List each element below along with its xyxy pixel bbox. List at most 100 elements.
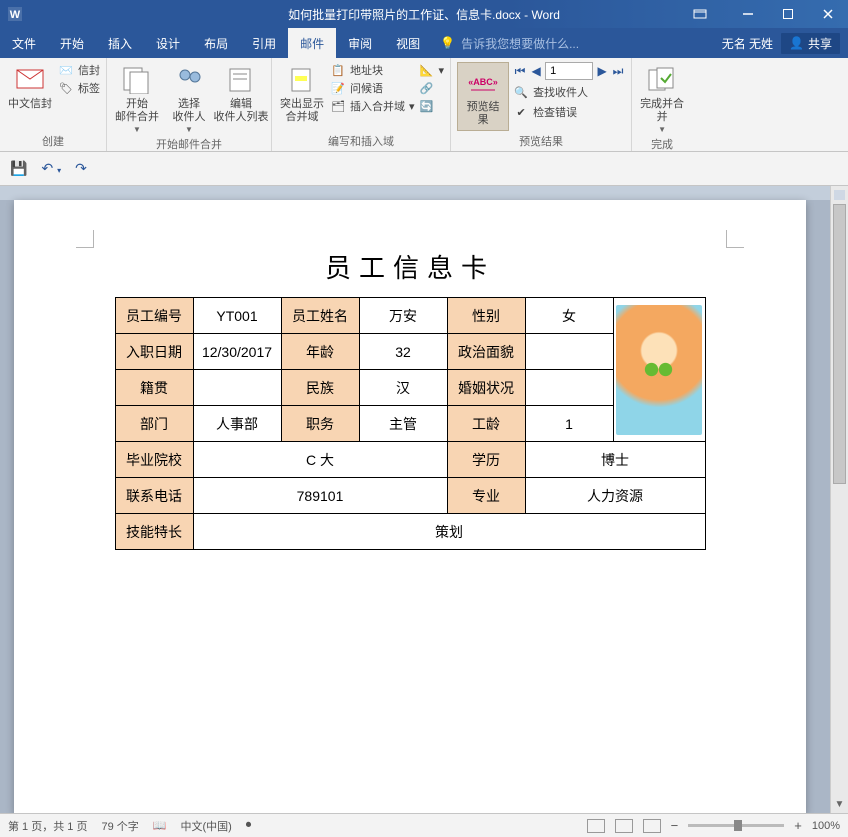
rules-icon: 📐 [419,62,435,78]
value-edu[interactable]: 博士 [525,442,705,478]
value-position[interactable]: 主管 [359,406,447,442]
value-hire-date[interactable]: 12/30/2017 [193,334,281,370]
group-finish-label: 完成 [638,134,686,152]
share-icon: 👤 [789,36,804,50]
read-mode-button[interactable] [587,819,605,833]
finish-merge-button[interactable]: 完成并合并▼ [638,62,686,134]
last-record-button[interactable]: ⏭ [611,64,625,79]
preview-icon: «ABC» [467,67,499,99]
insert-merge-field-button[interactable]: 🗂插入合并域 ▾ [330,98,415,114]
value-origin[interactable] [193,370,281,406]
record-number-input[interactable] [545,62,593,80]
preview-results-button[interactable]: «ABC» 预览结果 [457,62,509,131]
label-origin: 籍贯 [115,370,193,406]
tab-design[interactable]: 设计 [144,28,192,58]
envelope-button[interactable]: ✉️信封 [58,62,100,78]
minimize-button[interactable] [728,0,768,28]
doc-heading[interactable]: 员工信息卡 [14,200,806,285]
tab-home[interactable]: 开始 [48,28,96,58]
prev-record-button[interactable]: ◀ [529,64,543,78]
label-major: 专业 [447,478,525,514]
label-hire-date: 入职日期 [115,334,193,370]
word-count[interactable]: 79 个字 [101,818,138,834]
scroll-down-button[interactable]: ▼ [831,795,848,813]
edit-recipients-button[interactable]: 编辑 收件人列表 [217,62,265,123]
find-recipient-button[interactable]: 🔍查找收件人 [513,84,625,100]
undo-button[interactable]: ↶ ▾ [41,160,61,177]
match-fields-button[interactable]: 🔗 [419,80,445,96]
tab-file[interactable]: 文件 [0,28,48,58]
first-record-button[interactable]: ⏮ [513,64,527,79]
start-merge-button[interactable]: 开始 邮件合并▼ [113,62,161,134]
zoom-slider[interactable] [688,824,784,827]
value-ethnic[interactable]: 汉 [359,370,447,406]
value-gender[interactable]: 女 [525,298,613,334]
photo-cell[interactable] [613,298,705,442]
share-button[interactable]: 👤 共享 [781,33,840,54]
scroll-thumb[interactable] [833,204,846,484]
tab-view[interactable]: 视图 [384,28,432,58]
web-layout-button[interactable] [643,819,661,833]
value-school[interactable]: C 大 [193,442,447,478]
tell-me-search[interactable]: 💡 告诉我您想要做什么... [432,28,587,58]
ribbon-tabs: 文件 开始 插入 设计 布局 引用 邮件 审阅 视图 💡 告诉我您想要做什么..… [0,28,848,58]
page-count[interactable]: 第 1 页，共 1 页 [8,818,87,834]
document-area[interactable]: 员工信息卡 员工编号 YT001 员工姓名 万安 性别 女 入职日期 12/30… [0,186,830,813]
save-button[interactable]: 💾 [10,160,27,177]
labels-button[interactable]: 🏷标签 [58,80,100,96]
status-bar: 第 1 页，共 1 页 79 个字 📖 中文(中国) ⏺ − + 100% [0,813,848,837]
maximize-button[interactable] [768,0,808,28]
finish-icon [646,64,678,96]
zoom-out-button[interactable]: − [671,818,679,833]
lightbulb-icon: 💡 [440,36,455,50]
tab-references[interactable]: 引用 [240,28,288,58]
label-marital: 婚姻状况 [447,370,525,406]
value-marital[interactable] [525,370,613,406]
user-name[interactable]: 无名 无姓 [722,35,773,52]
value-skill[interactable]: 策划 [193,514,705,550]
employee-photo [616,305,702,435]
next-record-button[interactable]: ▶ [595,64,609,78]
select-recipients-button[interactable]: 选择 收件人▼ [165,62,213,134]
zoom-in-button[interactable]: + [794,818,802,833]
tab-mailings[interactable]: 邮件 [288,28,336,58]
value-dept[interactable]: 人事部 [193,406,281,442]
vertical-scrollbar[interactable]: ▲ ▼ [830,186,848,813]
address-block-button[interactable]: 📋地址块 [330,62,415,78]
ruler[interactable] [0,186,830,200]
macro-record-icon[interactable]: ⏺ [246,819,252,832]
proofing-icon[interactable]: 📖 [153,819,167,832]
group-start-merge: 开始 邮件合并▼ 选择 收件人▼ 编辑 收件人列表 开始邮件合并 [107,58,272,151]
value-political[interactable] [525,334,613,370]
check-errors-button[interactable]: ✔检查错误 [513,104,625,120]
value-phone[interactable]: 789101 [193,478,447,514]
update-labels-button[interactable]: 🔄 [419,98,445,114]
highlight-fields-button[interactable]: 突出显示 合并域 [278,62,326,123]
page[interactable]: 员工信息卡 员工编号 YT001 员工姓名 万安 性别 女 入职日期 12/30… [14,200,806,813]
value-major[interactable]: 人力资源 [525,478,705,514]
value-emp-id[interactable]: YT001 [193,298,281,334]
rules-button[interactable]: 📐▾ [419,62,445,78]
tab-layout[interactable]: 布局 [192,28,240,58]
greeting-line-button[interactable]: 📝问候语 [330,80,415,96]
ribbon-display-options-icon[interactable] [672,0,728,28]
value-emp-name[interactable]: 万安 [359,298,447,334]
print-layout-button[interactable] [615,819,633,833]
label-tenure: 工龄 [447,406,525,442]
value-tenure[interactable]: 1 [525,406,613,442]
field-icon: 🗂 [330,98,346,114]
close-button[interactable] [808,0,848,28]
margin-mark-tl [76,230,94,248]
chevron-down-icon: ▼ [133,125,141,134]
tab-insert[interactable]: 插入 [96,28,144,58]
edit-list-icon [225,64,257,96]
chinese-envelope-button[interactable]: 中文信封 [6,62,54,111]
group-start-label: 开始邮件合并 [113,134,265,152]
language[interactable]: 中文(中国) [180,818,231,834]
value-age[interactable]: 32 [359,334,447,370]
zoom-level[interactable]: 100% [812,820,840,832]
employee-info-table[interactable]: 员工编号 YT001 员工姓名 万安 性别 女 入职日期 12/30/2017 … [115,297,706,550]
group-finish: 完成并合并▼ 完成 [632,58,692,151]
tab-review[interactable]: 审阅 [336,28,384,58]
redo-button[interactable]: ↷ [75,160,87,177]
